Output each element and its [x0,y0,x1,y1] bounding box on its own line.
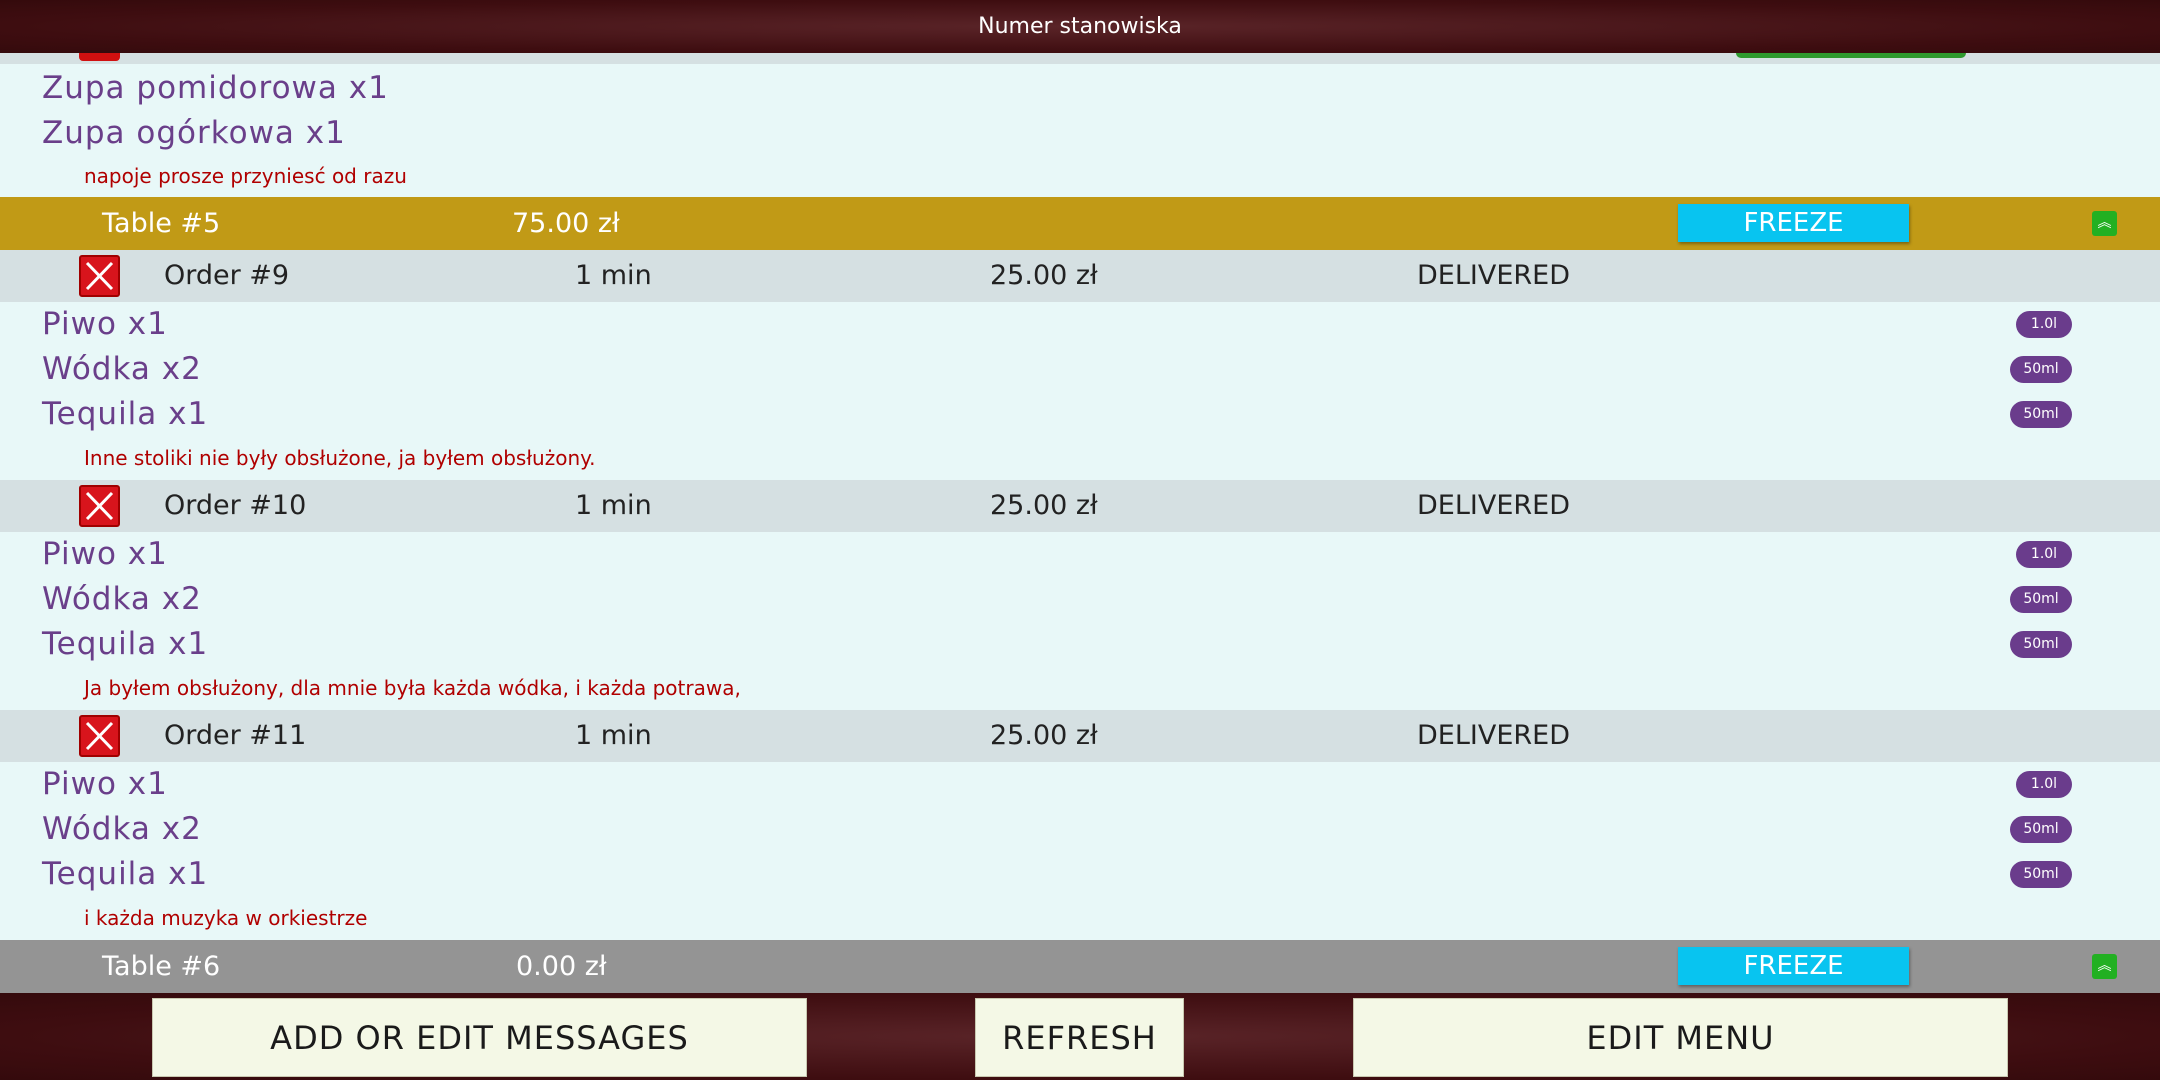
table-header[interactable]: Table #5 75.00 zł FREEZE ︽ [0,197,2160,250]
size-badge: 1.0l [2016,541,2072,568]
order-item: Zupa ogórkowa x1 [42,115,346,151]
collapse-icon[interactable]: ︽ [2092,954,2117,979]
orders-list[interactable]: Zupa pomidorowa x1 Zupa ogórkowa x1 napo… [0,53,2160,993]
delete-order-button[interactable] [79,715,120,757]
size-badge: 50ml [2010,861,2072,888]
order-item: Piwo x1 [42,536,168,572]
size-badge: 1.0l [2016,771,2072,798]
order-item: Zupa pomidorowa x1 [42,70,389,106]
table-header[interactable]: Table #6 0.00 zł FREEZE ︽ [0,940,2160,993]
edit-menu-button[interactable]: EDIT MENU [1353,998,2008,1077]
table-total: 0.00 zł [516,951,607,982]
order-item: Wódka x2 [42,811,202,847]
previous-order-row-partial [0,53,2160,64]
size-badge: 50ml [2010,586,2072,613]
add-edit-messages-button[interactable]: ADD OR EDIT MESSAGES [152,998,807,1077]
close-icon [85,491,114,521]
delete-order-button[interactable] [79,255,120,297]
order-price: 25.00 zł [990,260,1098,291]
station-title: Numer stanowiska [0,0,2160,53]
order-status: DELIVERED [1417,720,1570,751]
collapse-icon[interactable]: ︽ [2092,211,2117,236]
order-item: Tequila x1 [42,626,209,662]
order-time: 1 min [575,490,652,521]
bottom-toolbar: ADD OR EDIT MESSAGES REFRESH EDIT MENU [0,993,2160,1080]
size-badge: 50ml [2010,401,2072,428]
order-status: DELIVERED [1417,260,1570,291]
table-name: Table #6 [102,951,221,982]
order-item: Wódka x2 [42,351,202,387]
status-button-partial[interactable] [1736,53,1966,58]
order-item: Tequila x1 [42,396,209,432]
close-icon [85,261,114,291]
order-row: Order #9 1 min 25.00 zł DELIVERED [0,250,2160,302]
close-icon [85,721,114,751]
order-note: i każda muzyka w orkiestrze [84,906,368,930]
delete-order-button-partial[interactable] [79,53,120,61]
table-total: 75.00 zł [512,208,620,239]
size-badge: 50ml [2010,816,2072,843]
order-item: Piwo x1 [42,306,168,342]
order-note: Ja byłem obsłużony, dla mnie była każda … [84,676,741,700]
order-number: Order #10 [164,490,307,521]
order-time: 1 min [575,260,652,291]
size-badge: 50ml [2010,356,2072,383]
order-number: Order #9 [164,260,290,291]
order-note: Inne stoliki nie były obsłużone, ja byłe… [84,446,596,470]
order-time: 1 min [575,720,652,751]
size-badge: 50ml [2010,631,2072,658]
order-item: Piwo x1 [42,766,168,802]
size-badge: 1.0l [2016,311,2072,338]
order-number: Order #11 [164,720,307,751]
order-row: Order #10 1 min 25.00 zł DELIVERED [0,480,2160,532]
freeze-button[interactable]: FREEZE [1678,947,1909,985]
table-name: Table #5 [102,208,221,239]
order-price: 25.00 zł [990,720,1098,751]
order-item: Tequila x1 [42,856,209,892]
freeze-button[interactable]: FREEZE [1678,204,1909,242]
refresh-button[interactable]: REFRESH [975,998,1184,1077]
order-status: DELIVERED [1417,490,1570,521]
order-item: Wódka x2 [42,581,202,617]
order-note: napoje prosze przyniesć od razu [84,164,407,188]
order-price: 25.00 zł [990,490,1098,521]
order-row: Order #11 1 min 25.00 zł DELIVERED [0,710,2160,762]
delete-order-button[interactable] [79,485,120,527]
